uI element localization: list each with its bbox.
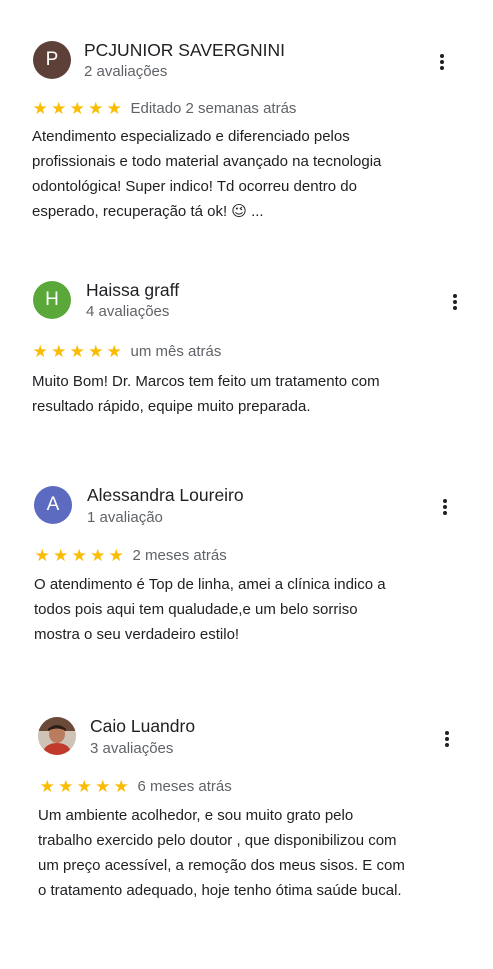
review-text-line: resultado rápido, equipe muito preparada…: [32, 398, 311, 415]
more-vert-icon[interactable]: [434, 52, 450, 72]
review-text: Um ambiente acolhedor, e sou muito grato…: [38, 803, 468, 903]
star-icon: ★: [76, 777, 92, 796]
review-text-line: Muito Bom! Dr. Marcos tem feito um trata…: [32, 373, 380, 390]
star-rating: ★ ★ ★ ★ ★: [33, 546, 126, 566]
reviewer-name[interactable]: Haissa graff: [86, 279, 179, 301]
review-text-line: o tratamento adequado, hoje tenho ótima …: [38, 882, 402, 899]
review-text-line: trabalho exercido pelo doutor , que disp…: [38, 832, 397, 849]
profile-photo-icon: [38, 717, 76, 755]
review-text-line: profissionais e todo material avançado n…: [32, 153, 382, 170]
reviewer-name[interactable]: Caio Luandro: [90, 715, 195, 737]
avatar[interactable]: H: [33, 281, 71, 319]
star-icon: ★: [90, 546, 106, 565]
star-icon: ★: [53, 546, 69, 565]
more-vert-icon[interactable]: [437, 497, 453, 517]
review-date: 6 meses atrás: [137, 778, 232, 795]
star-icon: ★: [113, 777, 129, 796]
star-icon: ★: [69, 342, 85, 361]
review-meta: ★ ★ ★ ★ ★ 2 meses atrás: [33, 546, 227, 566]
avatar[interactable]: [38, 717, 76, 755]
review-date: Editado 2 semanas atrás: [130, 100, 297, 117]
star-icon: ★: [69, 99, 85, 118]
review-text-line: Atendimento especializado e diferenciado…: [32, 128, 350, 145]
star-icon: ★: [34, 546, 50, 565]
star-icon: ★: [58, 777, 74, 796]
review-date: 2 meses atrás: [132, 547, 227, 564]
star-rating: ★ ★ ★ ★ ★: [38, 777, 131, 797]
review-count: 1 avaliação: [87, 509, 163, 526]
star-icon: ★: [106, 342, 122, 361]
avatar-letter: H: [45, 289, 59, 310]
star-icon: ★: [32, 99, 48, 118]
review-meta: ★ ★ ★ ★ ★ um mês atrás: [31, 342, 222, 362]
review-text-line: Um ambiente acolhedor, e sou muito grato…: [38, 807, 354, 824]
star-rating: ★ ★ ★ ★ ★: [31, 342, 124, 362]
review-text: Atendimento especializado e diferenciado…: [32, 124, 462, 224]
reviewer-name[interactable]: PCJUNIOR SAVERGNINI: [84, 39, 285, 61]
reviewer-name[interactable]: Alessandra Loureiro: [87, 484, 244, 506]
star-icon: ★: [39, 777, 55, 796]
avatar-letter: A: [46, 494, 60, 515]
review-text: O atendimento é Top de linha, amei a clí…: [34, 572, 464, 647]
review-count: 2 avaliações: [84, 63, 168, 80]
review-text-line: um preço acessível, a remoção dos meus s…: [38, 857, 405, 874]
review-meta: ★ ★ ★ ★ ★ 6 meses atrás: [38, 777, 232, 797]
review-meta: ★ ★ ★ ★ ★ Editado 2 semanas atrás: [31, 99, 297, 119]
review-text-line: O atendimento é Top de linha, amei a clí…: [34, 576, 386, 593]
star-icon: ★: [106, 99, 122, 118]
more-vert-icon[interactable]: [439, 729, 455, 749]
more-vert-icon[interactable]: [447, 292, 463, 312]
star-icon: ★: [51, 342, 67, 361]
star-icon: ★: [95, 777, 111, 796]
star-rating: ★ ★ ★ ★ ★: [31, 99, 124, 119]
star-icon: ★: [88, 99, 104, 118]
review-date: um mês atrás: [130, 343, 222, 360]
review-text-line: odontológica! Super indico! Td ocorreu d…: [32, 178, 357, 195]
star-icon: ★: [32, 342, 48, 361]
avatar-letter: P: [45, 49, 59, 70]
star-icon: ★: [88, 342, 104, 361]
review-count: 4 avaliações: [86, 303, 170, 320]
review-text: Muito Bom! Dr. Marcos tem feito um trata…: [32, 369, 462, 419]
star-icon: ★: [51, 99, 67, 118]
avatar[interactable]: A: [34, 486, 72, 524]
review-count: 3 avaliações: [90, 740, 174, 757]
review-text-line: todos pois aqui tem qualudade,e um belo …: [34, 601, 358, 618]
star-icon: ★: [71, 546, 87, 565]
star-icon: ★: [108, 546, 124, 565]
review-text-line: mostra o seu verdadeiro estilo!: [34, 626, 240, 643]
avatar[interactable]: P: [33, 41, 71, 79]
review-text-line[interactable]: esperado, recuperação tá ok! 😉 ...: [32, 199, 462, 224]
